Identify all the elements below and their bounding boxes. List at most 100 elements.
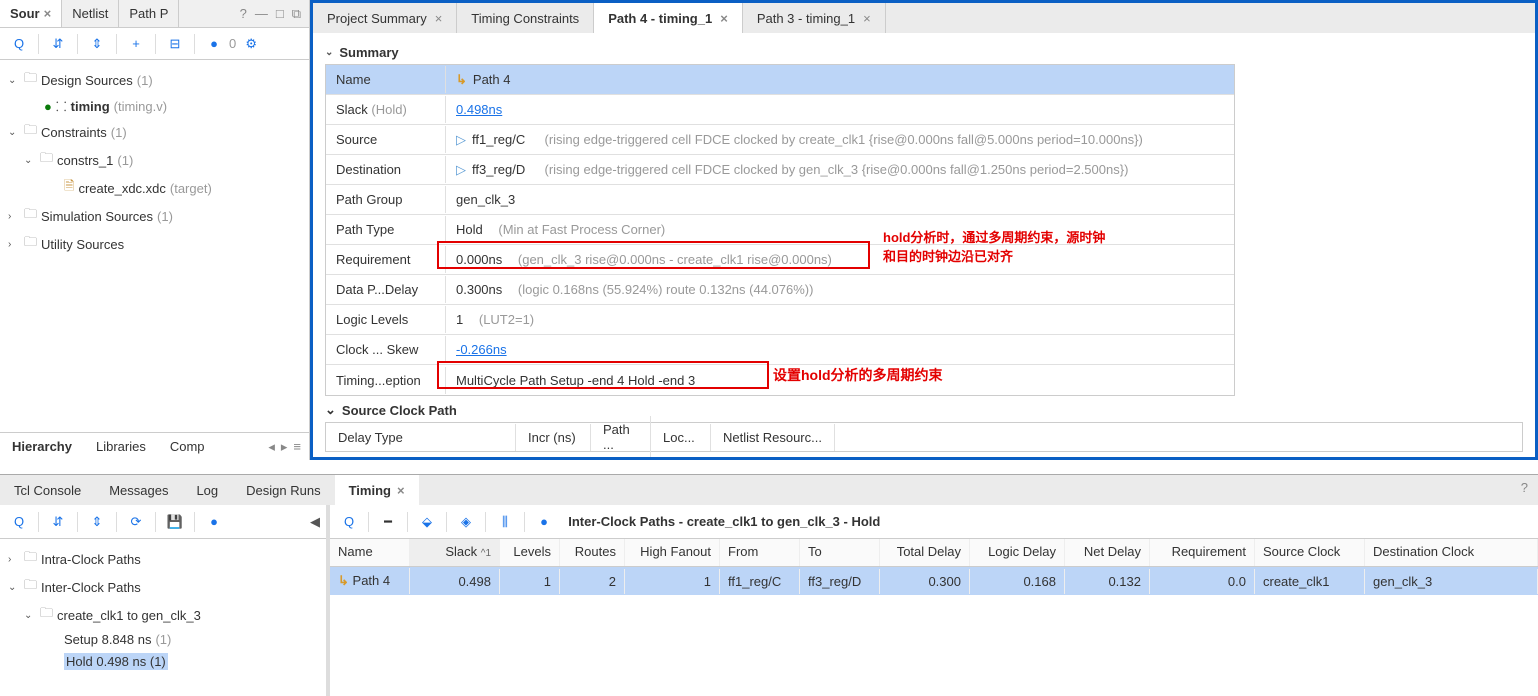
tab-log[interactable]: Log [182,475,232,505]
source-clock-header[interactable]: ⌄ Source Clock Path [325,402,1523,418]
tab-project-summary[interactable]: Project Summary× [313,3,457,33]
tab-timing[interactable]: Timing× [335,475,419,505]
summary-header[interactable]: ⌄ Summary [325,45,1523,60]
tree-inter-clock[interactable]: ⌄ 🗀 Inter-Clock Paths [4,573,322,601]
collapse-icon[interactable]: ⇵ [45,509,71,535]
col-high-fanout[interactable]: High Fanout [625,539,720,566]
prev-icon[interactable]: ◂ [268,439,275,455]
tab-hierarchy[interactable]: Hierarchy [0,435,84,458]
col-name[interactable]: Name [330,539,410,566]
tree-timing-file[interactable]: ● ⸬ timing (timing.v) [4,94,305,118]
tab-messages[interactable]: Messages [95,475,182,505]
tree-utility-sources[interactable]: › 🗀 Utility Sources [4,230,305,258]
search-icon[interactable]: Q [6,31,32,57]
col-slack[interactable]: Slack ^1 [410,539,500,566]
col-routes[interactable]: Routes [560,539,625,566]
col-net-delay[interactable]: Net Delay [1065,539,1150,566]
highlight-icon[interactable]: ◈ [453,509,479,535]
search-icon[interactable]: Q [336,509,362,535]
tree-label: Simulation Sources [41,209,153,224]
tree-detail: (timing.v) [114,99,167,114]
unknown-icon[interactable]: ⊟ [162,31,188,57]
gear-icon[interactable]: ⚙ [238,31,264,57]
row-slack[interactable]: Slack (Hold) 0.498ns [326,95,1234,125]
collapse-icon[interactable]: ━ [375,509,401,535]
tree-intra-clock[interactable]: › 🗀 Intra-Clock Paths [4,545,322,573]
timing-tree-pane: Q ⇵ ⇕ ⟳ 💾 ● ◀ › 🗀 [0,505,330,696]
status-icon[interactable]: ● [201,31,227,57]
dest-cell: ff3_reg/D [472,162,525,177]
menu-icon[interactable]: ≡ [293,439,301,455]
close-icon[interactable]: × [397,483,405,498]
result-row-path4[interactable]: ↳ Path 4 0.498 1 2 1 ff1_reg/C ff3_reg/D… [330,567,1538,595]
next-icon[interactable]: ▸ [281,439,288,455]
help-icon[interactable]: ? [1511,475,1538,505]
tree-design-sources[interactable]: ⌄ 🗀 Design Sources (1) [4,66,305,94]
close-icon[interactable]: × [720,11,728,26]
timing-results-pane: Q ━ ⬙ ◈ ⫼ ● Inter-Clock Paths - create_c… [330,505,1538,696]
col-to[interactable]: To [800,539,880,566]
col-levels[interactable]: Levels [500,539,560,566]
detach-icon[interactable]: ⧉ [292,6,301,22]
close-icon[interactable]: × [863,11,871,26]
tree-constraints[interactable]: ⌄ 🗀 Constraints (1) [4,118,305,146]
row-name[interactable]: Name ↳Path 4 [326,65,1234,95]
folder-icon: 🗀 [24,576,37,598]
col-path[interactable]: Path ... [591,416,651,457]
col-total-delay[interactable]: Total Delay [880,539,970,566]
collapse-icon[interactable]: ⇵ [45,31,71,57]
maximize-icon[interactable]: □ [276,6,284,21]
expand-icon[interactable]: ⇕ [84,31,110,57]
status-icon[interactable]: ● [201,509,227,535]
tree-setup-result[interactable]: Setup 8.848 ns (1) [4,629,322,650]
slack-link[interactable]: 0.498ns [456,102,502,117]
tab-path-properties[interactable]: Path P [119,0,179,27]
col-incr[interactable]: Incr (ns) [516,424,591,451]
close-icon[interactable]: × [435,11,443,26]
minimize-icon[interactable]: — [255,6,268,21]
col-from[interactable]: From [720,539,800,566]
bottom-tabs: Tcl Console Messages Log Design Runs Tim… [0,475,1538,505]
tab-sources[interactable]: Sour× [0,0,62,27]
tab-netlist[interactable]: Netlist [62,0,119,27]
save-icon[interactable]: 💾 [162,509,188,535]
row-path-group[interactable]: Path Group gen_clk_3 [326,185,1234,215]
waveform-icon[interactable]: ⫼ [492,509,518,535]
tree-clk-group[interactable]: ⌄ 🗀 create_clk1 to gen_clk_3 [4,601,322,629]
row-source[interactable]: Source ▷ff1_reg/C (rising edge-triggered… [326,125,1234,155]
tree-xdc-file[interactable]: 🗎 create_xdc.xdc (target) [4,174,305,202]
expand-icon[interactable]: ⇕ [84,509,110,535]
tree-constrs-1[interactable]: ⌄ 🗀 constrs_1 (1) [4,146,305,174]
tab-path4[interactable]: Path 4 - timing_1× [594,3,743,33]
row-data-path-delay[interactable]: Data P...Delay 0.300ns (logic 0.168ns (5… [326,275,1234,305]
tab-tcl-console[interactable]: Tcl Console [0,475,95,505]
col-logic-delay[interactable]: Logic Delay [970,539,1065,566]
add-icon[interactable]: + [123,31,149,57]
row-detail: (logic 0.168ns (55.924%) route 0.132ns (… [518,282,814,297]
row-logic-levels[interactable]: Logic Levels 1 (LUT2=1) [326,305,1234,335]
refresh-icon[interactable]: ⟳ [123,509,149,535]
tree-hold-result[interactable]: Hold 0.498 ns (1) [4,650,322,673]
row-destination[interactable]: Destination ▷ff3_reg/D (rising edge-trig… [326,155,1234,185]
tree-sim-sources[interactable]: › 🗀 Simulation Sources (1) [4,202,305,230]
col-delay-type[interactable]: Delay Type [326,424,516,451]
schematic-icon[interactable]: ⬙ [414,509,440,535]
col-loc[interactable]: Loc... [651,424,711,451]
col-netlist[interactable]: Netlist Resourc... [711,424,835,451]
help-icon[interactable]: ? [240,6,247,21]
result-headers: Name Slack ^1 Levels Routes High Fanout … [330,539,1538,567]
tab-timing-constraints[interactable]: Timing Constraints [457,3,594,33]
tab-design-runs[interactable]: Design Runs [232,475,334,505]
search-icon[interactable]: Q [6,509,32,535]
col-dest-clock[interactable]: Destination Clock [1365,539,1538,566]
col-source-clock[interactable]: Source Clock [1255,539,1365,566]
tab-compile-order[interactable]: Comp [158,435,217,458]
row-clock-skew[interactable]: Clock ... Skew -0.266ns [326,335,1234,365]
collapse-panel-icon[interactable]: ◀ [310,514,320,530]
close-icon[interactable]: × [44,6,52,21]
tab-libraries[interactable]: Libraries [84,435,158,458]
status-icon[interactable]: ● [531,509,557,535]
col-requirement[interactable]: Requirement [1150,539,1255,566]
skew-link[interactable]: -0.266ns [456,342,507,357]
tab-path3[interactable]: Path 3 - timing_1× [743,3,886,33]
